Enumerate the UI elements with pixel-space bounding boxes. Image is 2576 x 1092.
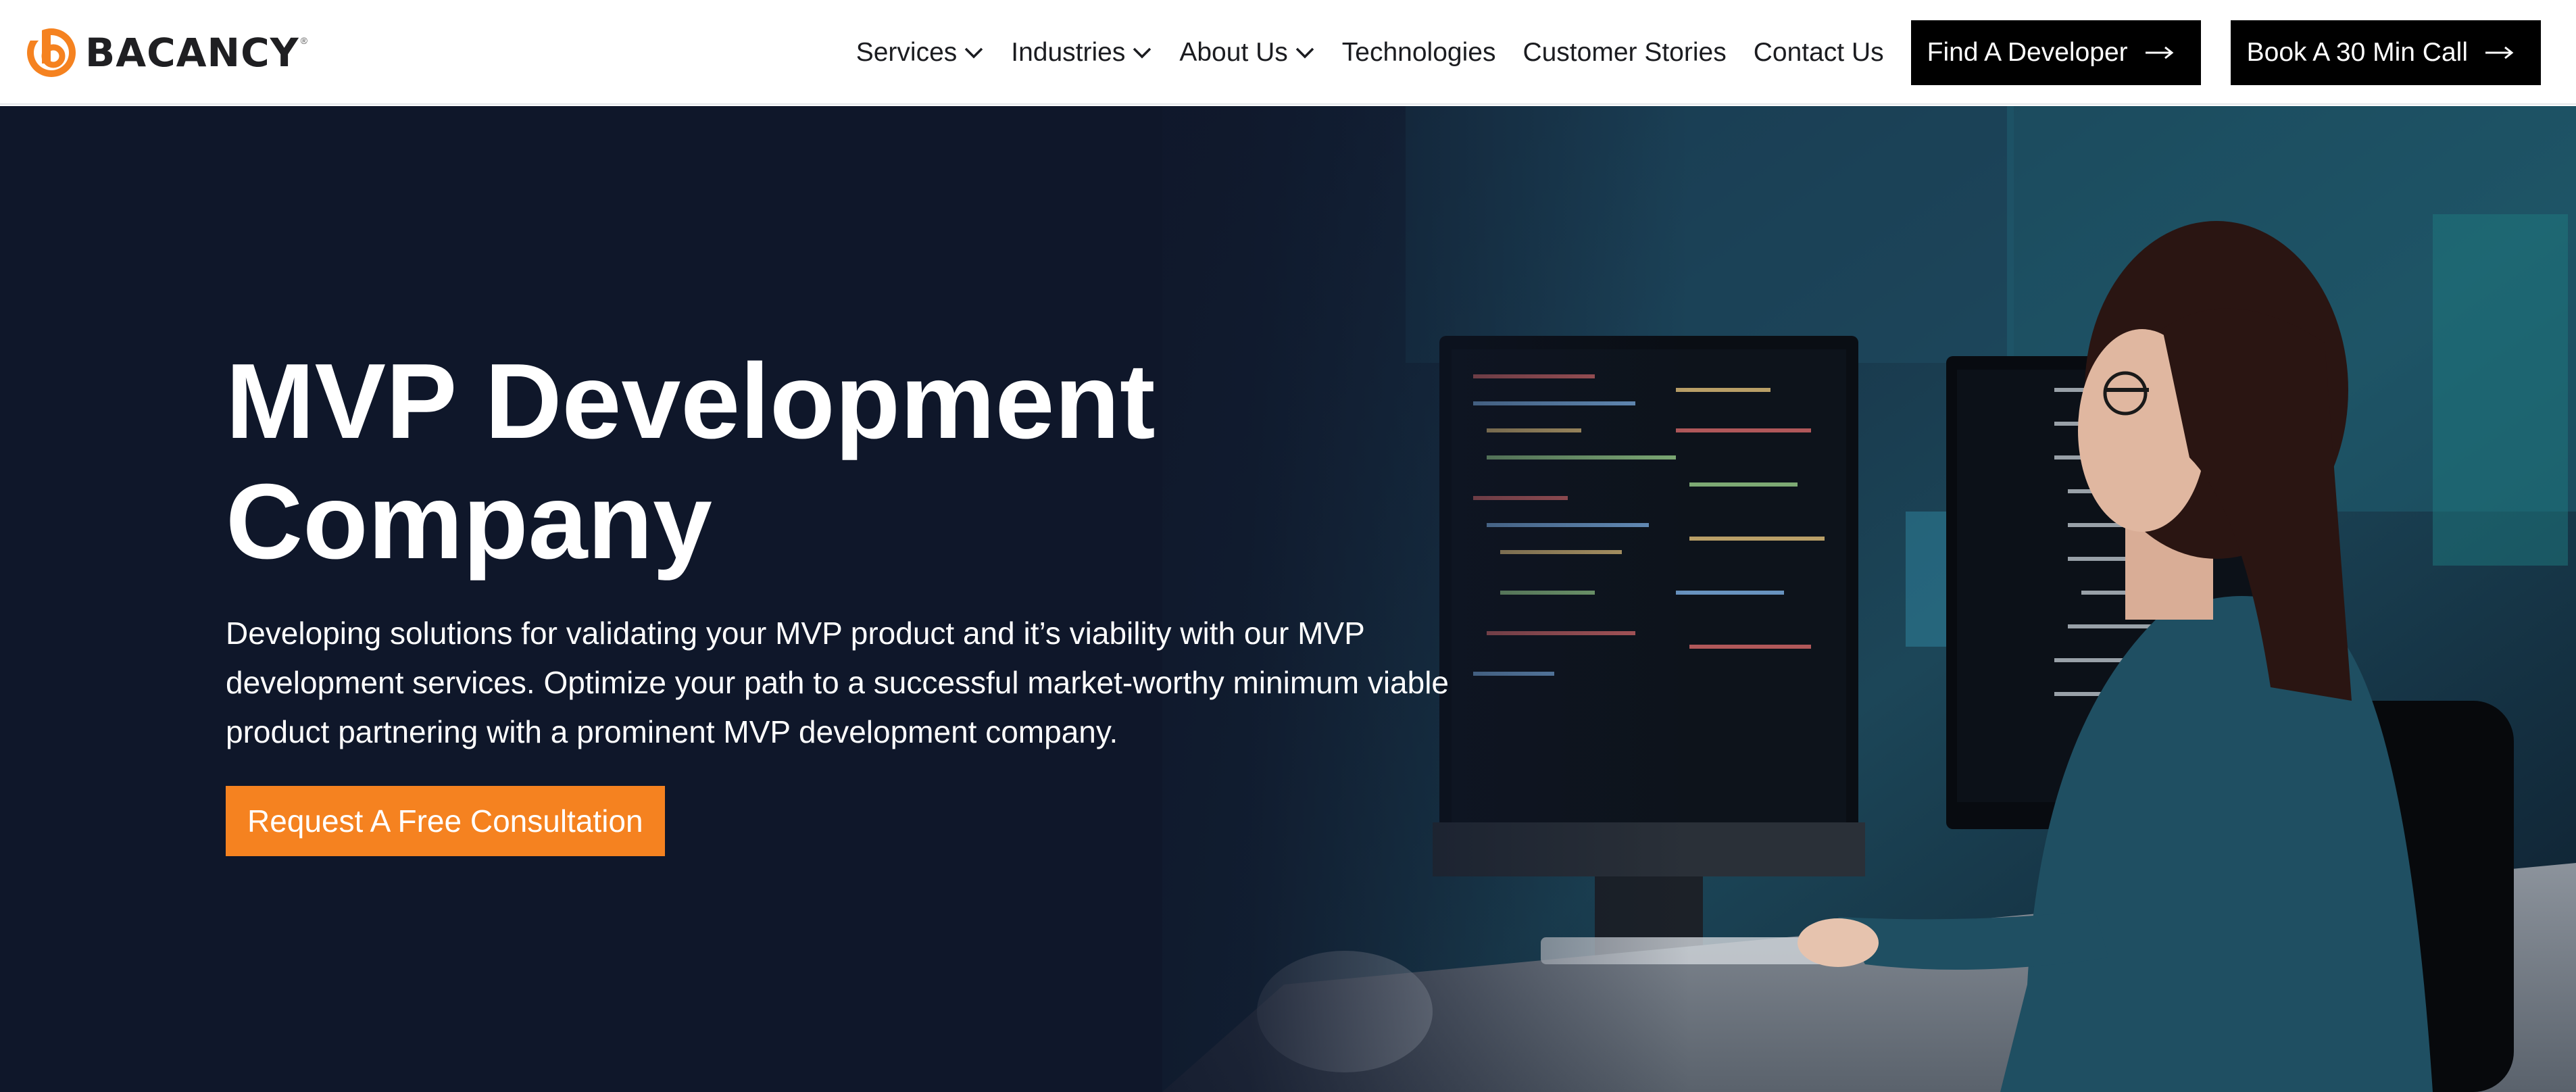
nav-item-industries[interactable]: Industries xyxy=(1011,38,1152,68)
bacancy-logo[interactable]: BACANCY ® xyxy=(24,24,307,81)
nav-item-label: Customer Stories xyxy=(1522,37,1727,67)
chevron-down-icon xyxy=(1295,47,1314,58)
nav-item-customer-stories[interactable]: Customer Stories xyxy=(1522,38,1726,68)
nav-item-label: Technologies xyxy=(1341,37,1496,67)
bacancy-logo-icon xyxy=(24,26,76,77)
nav-item-contact-us[interactable]: Contact Us xyxy=(1754,38,1884,68)
site-header: BACANCY ® Services Industries About Us T… xyxy=(0,0,2576,105)
nav-item-label: About Us xyxy=(1179,37,1288,67)
arrow-right-icon xyxy=(2485,46,2514,59)
hero-description: Developing solutions for validating your… xyxy=(226,616,1450,749)
brand-name: BACANCY xyxy=(85,30,299,76)
nav-item-label: Contact Us xyxy=(1753,37,1884,67)
chevron-down-icon xyxy=(1133,47,1151,58)
nav-item-technologies[interactable]: Technologies xyxy=(1342,38,1496,68)
nav-item-label: Services xyxy=(856,37,958,67)
find-developer-button[interactable]: Find A Developer xyxy=(1910,20,2201,85)
arrow-right-icon xyxy=(2145,46,2174,59)
nav-item-about-us[interactable]: About Us xyxy=(1179,38,1314,68)
book-call-label: Book A 30 Min Call xyxy=(2246,37,2468,67)
hero-title: MVP Development Company xyxy=(226,341,1510,582)
registered-mark: ® xyxy=(300,35,307,46)
nav-item-label: Industries xyxy=(1011,37,1126,67)
chevron-down-icon xyxy=(965,47,983,58)
nav-item-services[interactable]: Services xyxy=(856,38,985,68)
hero-image-fade xyxy=(1014,106,1689,1092)
find-developer-label: Find A Developer xyxy=(1927,37,2128,67)
hero-section: MVP Development Company Developing solut… xyxy=(0,106,2576,1092)
book-call-button[interactable]: Book A 30 Min Call xyxy=(2230,20,2541,85)
hero-title-line-2: Company xyxy=(226,462,712,581)
request-consultation-button[interactable]: Request A Free Consultation xyxy=(226,786,665,856)
hero-title-line-1: MVP Development xyxy=(226,342,1156,461)
main-nav: Services Industries About Us Technologie… xyxy=(856,0,2541,105)
